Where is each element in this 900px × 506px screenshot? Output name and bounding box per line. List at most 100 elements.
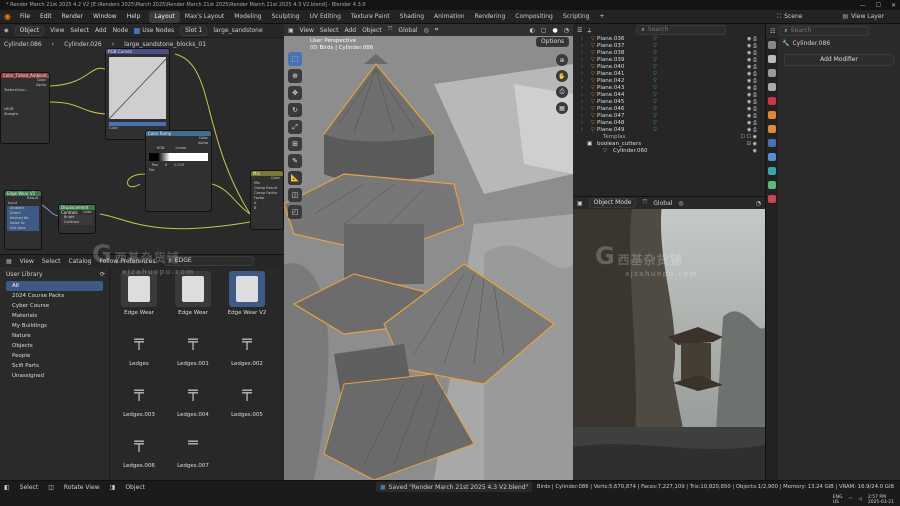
curve-graph[interactable] (108, 56, 169, 120)
node-field[interactable]: Dirt Amo (7, 226, 39, 231)
3d-viewport[interactable]: ▣ View Select Add Object ⤧ Global ◎ ⌗ ◐ … (284, 24, 573, 480)
asset-tile[interactable]: ╤ Ledges.002 (224, 322, 270, 367)
visibility-toggles[interactable]: ☐ ☐ ◉ (740, 134, 757, 141)
view-layer-tab-icon[interactable] (768, 83, 776, 91)
pan-hand-icon[interactable]: ✋ (556, 70, 568, 82)
catalog-item[interactable]: Unassigned (0, 371, 109, 381)
asset-tile[interactable]: ╤ Ledges.003 (116, 373, 162, 418)
outliner-row[interactable]: › ▽ Plane.040 ▽ ◉ ⎙ (573, 64, 765, 71)
outliner-row[interactable]: › ▽ Plane.048 ▽ ◉ ⎙ (573, 120, 765, 127)
visibility-toggles[interactable]: ◉ ⎙ (747, 85, 757, 92)
catalog-item[interactable]: Cyber Course (0, 301, 109, 311)
color-ramp-node[interactable]: Color Ramp Color Alpha RGB Linear Pos 0 … (145, 130, 212, 212)
outliner-row[interactable]: › ▽ Plane.036 ▽ ◉ ⎙ (573, 36, 765, 43)
properties-search[interactable]: ⌕ Search (779, 26, 870, 36)
asset-tile[interactable]: ╤ Ledges.001 (170, 322, 216, 367)
outliner-row[interactable]: › ▽ Plane.037 ▽ ◉ ⎙ (573, 43, 765, 50)
extra-tool-icon[interactable]: ◰ (288, 205, 302, 219)
outliner-row[interactable]: › ▽ Plane.039 ▽ ◉ ⎙ (573, 57, 765, 64)
xray-icon[interactable]: ▢ (541, 27, 547, 34)
chevron-right-icon[interactable]: › (581, 57, 583, 64)
chevron-right-icon[interactable]: › (581, 78, 583, 85)
outliner-row[interactable]: › ▽ Plane.042 ▽ ◉ ⎙ (573, 78, 765, 85)
transform-orientation-select[interactable]: Global (398, 27, 417, 34)
visibility-toggles[interactable]: ◉ ⎙ (747, 57, 757, 64)
node-socket[interactable]: Fac (146, 168, 211, 173)
scene-tab-icon[interactable] (768, 97, 776, 105)
chevron-right-icon[interactable]: › (581, 64, 583, 71)
scale-tool-icon[interactable]: ⤢ (288, 120, 302, 134)
particles-tab-icon[interactable] (768, 153, 776, 161)
ramp-stop-value[interactable]: 0 (162, 163, 167, 168)
minimize-button[interactable]: — (860, 2, 866, 9)
rgb-curves-node[interactable]: RGB Curves Color (105, 48, 170, 140)
tab-animation[interactable]: Animation (429, 11, 470, 23)
shading-rendered-icon[interactable]: ◔ (564, 27, 569, 34)
visibility-toggles[interactable]: ☑ ◉ (747, 141, 757, 148)
shading-rendered-icon[interactable]: ◔ (756, 200, 761, 207)
world-tab-icon[interactable] (768, 111, 776, 119)
tab-layout[interactable]: Layout (149, 10, 180, 23)
tab-shading[interactable]: Shading (395, 11, 429, 23)
menu-file[interactable]: File (15, 13, 35, 20)
outliner-row[interactable]: › ▽ Plane.046 ▽ ◉ ⎙ (573, 106, 765, 113)
wifi-icon[interactable]: ◠ (848, 497, 852, 502)
data-tab-icon[interactable] (768, 181, 776, 189)
menu-select[interactable]: Select (320, 27, 339, 34)
tab-max-layout[interactable]: Max's Layout (180, 11, 229, 23)
visibility-toggles[interactable]: ◉ ⎙ (747, 64, 757, 71)
asset-tile[interactable]: ╤ Ledges.005 (224, 373, 270, 418)
add-modifier-button[interactable]: Add Modifier (784, 54, 894, 66)
visibility-toggles[interactable]: ◉ ⎙ (747, 43, 757, 50)
visibility-toggles[interactable]: ◉ ⎙ (747, 50, 757, 57)
measure-tool-icon[interactable]: 📐 (288, 171, 302, 185)
menu-catalog[interactable]: Catalog (68, 258, 91, 265)
catalog-item[interactable]: 2024 Course Packs (0, 291, 109, 301)
outliner-row[interactable]: › ▽ Plane.047 ▽ ◉ ⎙ (573, 113, 765, 120)
scene-selector[interactable]: Scene (784, 13, 802, 20)
menu-view[interactable]: View (300, 27, 314, 34)
catalog-item[interactable]: People (0, 351, 109, 361)
rendered-viewport[interactable]: ▣ Object Mode ⤧ Global ◎ ◔ G 西基杂货铺 xjzah… (573, 196, 765, 480)
tab-modeling[interactable]: Modeling (229, 11, 266, 23)
zoom-icon[interactable]: ⊕ (556, 54, 568, 66)
clock[interactable]: 2:57 PM 2025-03-21 (868, 495, 894, 505)
chevron-right-icon[interactable]: › (581, 92, 583, 99)
asset-tile[interactable]: ╤ Ledges (116, 322, 162, 367)
tab-sculpting[interactable]: Sculpting (267, 11, 305, 23)
catalog-item[interactable]: Nature (0, 331, 109, 341)
asset-browser-icon[interactable]: ▦ (6, 258, 12, 265)
ramp-pos-value[interactable]: 0.370 (171, 163, 184, 168)
menu-view[interactable]: View (20, 258, 34, 265)
catalog-item[interactable]: Objects (0, 341, 109, 351)
move-tool-icon[interactable]: ✥ (288, 86, 302, 100)
filter-icon[interactable]: ⏚ (586, 26, 592, 35)
asset-tile[interactable]: ╤ Ledges.004 (170, 373, 216, 418)
tab-uv-editing[interactable]: UV Editing (305, 11, 346, 23)
menu-help[interactable]: Help (122, 13, 146, 20)
catalog-item[interactable]: Scifi Parts (0, 361, 109, 371)
render-tab-icon[interactable] (768, 55, 776, 63)
view-layer-selector[interactable]: View Layer (851, 13, 884, 20)
asset-tile[interactable]: Edge Wear (116, 271, 162, 316)
perspective-grid-icon[interactable]: ▦ (556, 102, 568, 114)
shading-solid-icon[interactable]: ● (553, 27, 558, 34)
overlay-icon[interactable]: ◐ (530, 27, 535, 34)
object-mode-icon[interactable]: ▣ (288, 27, 294, 34)
mix-node[interactable]: Mix Color Mix Clamp Result Clamp Factor … (250, 170, 284, 230)
displacement-controls-node[interactable]: Displacement Controls Color Bright Contr… (58, 204, 96, 234)
add-workspace-button[interactable]: + (595, 11, 610, 23)
asset-tile[interactable]: Edge Wear (170, 271, 216, 316)
visibility-toggles[interactable]: ◉ ⎙ (747, 71, 757, 78)
outliner-row[interactable]: ▽ Cylinder.060 ◉ (573, 148, 765, 155)
visibility-toggles[interactable]: ◉ ⎙ (747, 78, 757, 85)
chevron-right-icon[interactable]: › (581, 43, 583, 50)
chevron-right-icon[interactable]: › (581, 36, 583, 43)
options-dropdown[interactable]: Options (536, 37, 570, 47)
keyboard-layout[interactable]: ENG US (833, 495, 843, 505)
visibility-toggles[interactable]: ◉ ⎙ (747, 127, 757, 134)
properties-icon[interactable]: ☷ (770, 28, 775, 35)
close-button[interactable]: ✕ (891, 2, 896, 9)
chevron-right-icon[interactable]: › (581, 85, 583, 92)
visibility-toggles[interactable]: ◉ ⎙ (747, 120, 757, 127)
